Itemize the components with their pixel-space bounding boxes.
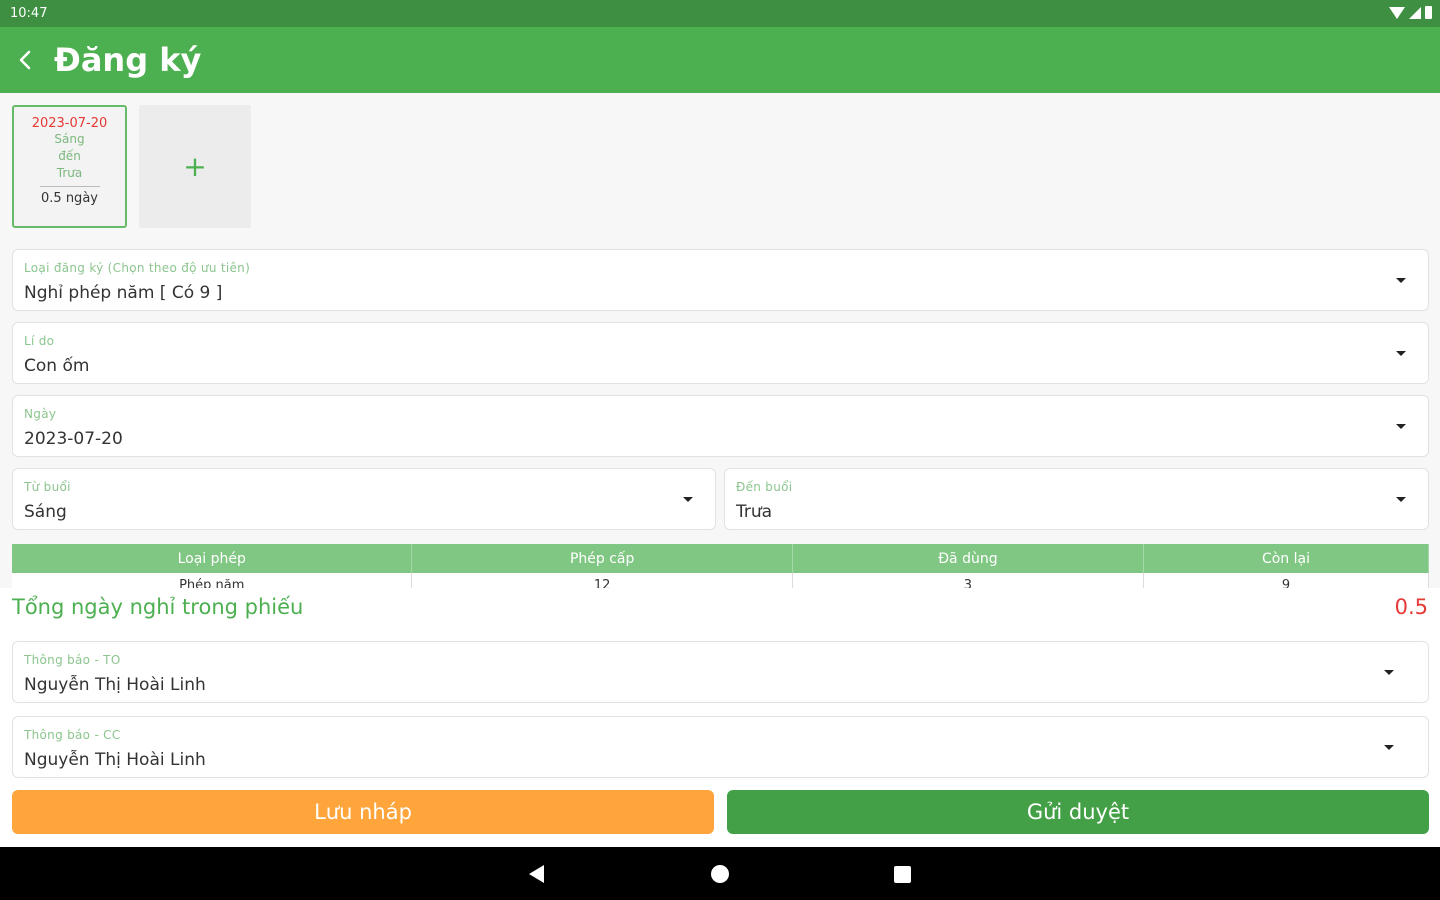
card-date: 2023-07-20 xyxy=(31,116,108,131)
table-cell: Phép năm xyxy=(12,573,413,588)
notify-cc-select[interactable]: Thông báo - CC Nguyễn Thị Hoài Linh xyxy=(12,716,1429,778)
table-cell: 3 xyxy=(792,573,1144,588)
card-to-word: đến xyxy=(58,149,81,163)
date-select[interactable]: Ngày 2023-07-20 xyxy=(12,395,1429,457)
signal-icon xyxy=(1409,6,1421,19)
from-session-select[interactable]: Từ buổi Sáng xyxy=(12,468,716,530)
nav-recent-apps-icon[interactable] xyxy=(894,866,911,883)
save-draft-button[interactable]: Lưu nháp xyxy=(12,790,714,834)
from-session-label: Từ buổi xyxy=(24,480,71,494)
form-content: 2023-07-20 Sáng đến Trưa 0.5 ngày + Loại… xyxy=(0,93,1440,847)
back-button[interactable] xyxy=(0,27,52,93)
table-cell: 12 xyxy=(411,573,793,588)
notify-to-value: Nguyễn Thị Hoài Linh xyxy=(24,675,206,695)
dropdown-arrow-icon xyxy=(1384,670,1394,675)
leave-type-label: Loại đăng ký (Chọn theo độ ưu tiên) xyxy=(24,261,251,275)
table-row: Phép năm 12 3 9 xyxy=(12,573,1429,588)
to-session-value: Trưa xyxy=(736,502,773,522)
dropdown-arrow-icon xyxy=(1396,424,1406,429)
table-cell: 9 xyxy=(1143,573,1429,588)
card-from-session: Sáng xyxy=(54,132,85,146)
leave-type-select[interactable]: Loại đăng ký (Chọn theo độ ưu tiên) Nghỉ… xyxy=(12,249,1429,311)
dropdown-arrow-icon xyxy=(1384,745,1394,750)
total-days-value: 0.5 xyxy=(1394,595,1428,619)
dropdown-arrow-icon xyxy=(1396,351,1406,356)
to-session-select[interactable]: Đến buổi Trưa xyxy=(724,468,1429,530)
submit-approval-button[interactable]: Gửi duyệt xyxy=(727,790,1429,834)
reason-label: Lí do xyxy=(24,334,55,348)
wifi-icon xyxy=(1389,6,1405,19)
reason-value: Con ốm xyxy=(24,356,90,376)
to-session-label: Đến buổi xyxy=(736,480,793,494)
total-days-label: Tổng ngày nghỉ trong phiếu xyxy=(12,595,304,619)
leave-type-value: Nghỉ phép năm [ Có 9 ] xyxy=(24,283,223,303)
battery-icon xyxy=(1425,6,1432,19)
add-date-button[interactable]: + xyxy=(139,105,251,228)
dropdown-arrow-icon xyxy=(1396,278,1406,283)
dropdown-arrow-icon xyxy=(1396,497,1406,502)
notify-to-select[interactable]: Thông báo - TO Nguyễn Thị Hoài Linh xyxy=(12,641,1429,703)
card-divider xyxy=(39,186,100,187)
table-header: Còn lại xyxy=(1143,544,1429,573)
page-title: Đăng ký xyxy=(54,41,202,79)
app-bar: Đăng ký xyxy=(0,27,1440,93)
status-bar: 10:47 xyxy=(0,0,1440,27)
leave-date-card[interactable]: 2023-07-20 Sáng đến Trưa 0.5 ngày xyxy=(12,105,127,228)
notify-cc-value: Nguyễn Thị Hoài Linh xyxy=(24,750,206,770)
status-icons xyxy=(1389,6,1432,19)
table-header: Loại phép xyxy=(12,544,413,573)
nav-home-icon[interactable] xyxy=(711,865,729,883)
leave-balance-table: Loại phép Phép cấp Đã dùng Còn lại Phép … xyxy=(12,544,1429,588)
date-value: 2023-07-20 xyxy=(24,429,123,449)
table-header: Đã dùng xyxy=(792,544,1144,573)
dropdown-arrow-icon xyxy=(683,497,693,502)
notify-cc-label: Thông báo - CC xyxy=(24,728,121,742)
system-nav-bar xyxy=(0,847,1440,900)
table-header-row: Loại phép Phép cấp Đã dùng Còn lại xyxy=(12,544,1429,573)
nav-back-icon[interactable] xyxy=(529,865,544,883)
card-days: 0.5 ngày xyxy=(41,191,98,206)
back-arrow-icon xyxy=(19,50,31,70)
date-label: Ngày xyxy=(24,407,57,421)
reason-select[interactable]: Lí do Con ốm xyxy=(12,322,1429,384)
plus-icon: + xyxy=(183,150,207,183)
table-header: Phép cấp xyxy=(411,544,793,573)
card-to-session: Trưa xyxy=(56,166,83,180)
notify-to-label: Thông báo - TO xyxy=(24,653,121,667)
from-session-value: Sáng xyxy=(24,502,67,522)
status-time: 10:47 xyxy=(10,6,48,21)
